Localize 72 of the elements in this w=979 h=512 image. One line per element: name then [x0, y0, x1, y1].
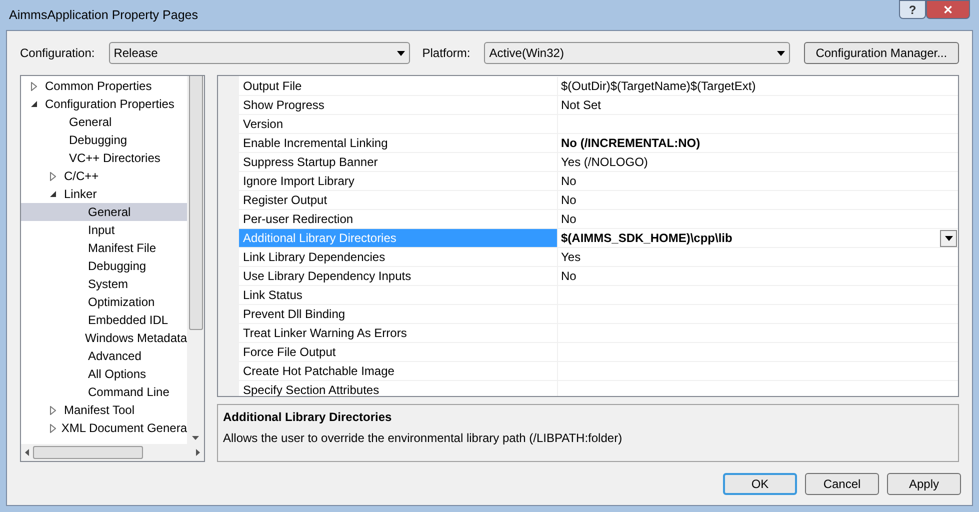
- scroll-left-arrow-icon[interactable]: [25, 449, 29, 456]
- property-value[interactable]: No: [561, 191, 576, 209]
- property-name[interactable]: Show Progress: [239, 96, 558, 115]
- configuration-dropdown[interactable]: Release: [108, 42, 410, 64]
- property-name[interactable]: Create Hot Patchable Image: [239, 362, 558, 381]
- dialog-button[interactable]: Cancel: [805, 473, 879, 495]
- description-title: Additional Library Directories: [223, 409, 393, 426]
- description-text: Allows the user to override the environmental library path (/LIBPATH:folder): [223, 430, 624, 447]
- property-name[interactable]: Use Library Dependency Inputs: [239, 267, 558, 286]
- tree-item[interactable]: All Options: [21, 365, 187, 383]
- expanded-triangle-icon[interactable]: [31, 101, 37, 107]
- platform-dropdown[interactable]: Active(Win32): [484, 42, 790, 64]
- dropdown-arrow-icon: [397, 50, 406, 56]
- property-name[interactable]: Suppress Startup Banner: [239, 153, 558, 172]
- property-name[interactable]: Treat Linker Warning As Errors: [239, 324, 558, 343]
- scrollbar-thumb[interactable]: [33, 446, 143, 459]
- tree-item[interactable]: System: [21, 275, 187, 293]
- horizontal-scrollbar[interactable]: [21, 444, 204, 461]
- scroll-right-arrow-icon[interactable]: [196, 449, 200, 456]
- tree-item[interactable]: Optimization: [21, 293, 187, 311]
- tree-item[interactable]: Manifest File: [21, 239, 187, 257]
- collapsed-triangle-icon[interactable]: [31, 82, 37, 90]
- property-name[interactable]: Output File: [239, 77, 558, 96]
- property-name[interactable]: Ignore Import Library: [239, 172, 558, 191]
- property-name[interactable]: Version: [239, 115, 558, 134]
- tree-item[interactable]: Embedded IDL: [21, 311, 187, 329]
- tree-item[interactable]: General: [21, 113, 187, 131]
- dialog-button[interactable]: Apply: [887, 473, 961, 495]
- tree-item[interactable]: Windows Metadata: [21, 329, 187, 347]
- tree-item[interactable]: Debugging: [21, 257, 187, 275]
- tree-item[interactable]: VC++ Directories: [21, 149, 187, 167]
- tree-item[interactable]: Command Line: [21, 383, 187, 401]
- property-value[interactable]: No: [561, 267, 576, 285]
- property-name[interactable]: Prevent Dll Binding: [239, 305, 558, 324]
- tree-item[interactable]: C/C++: [21, 167, 187, 185]
- property-value[interactable]: Not Set: [561, 96, 602, 114]
- property-value[interactable]: Yes (/NOLOGO): [561, 153, 648, 171]
- tree-item[interactable]: Linker: [21, 185, 187, 203]
- dropdown-arrow-icon: [944, 236, 952, 240]
- property-value[interactable]: No: [561, 210, 576, 228]
- property-name[interactable]: Register Output: [239, 191, 558, 210]
- property-value[interactable]: No (/INCREMENTAL:NO): [561, 134, 700, 152]
- configuration-manager-button[interactable]: Configuration Manager...: [804, 42, 960, 64]
- property-name[interactable]: Link Status: [239, 286, 558, 305]
- window-title: AimmsApplication Property Pages: [9, 6, 199, 24]
- dropdown-button[interactable]: [940, 230, 957, 246]
- property-value[interactable]: Yes: [561, 248, 581, 266]
- collapsed-triangle-icon[interactable]: [50, 172, 56, 180]
- dropdown-arrow-icon: [776, 50, 785, 56]
- platform-label: Platform:: [422, 45, 470, 62]
- close-button[interactable]: ✕: [926, 0, 970, 19]
- tree-item[interactable]: General: [21, 203, 187, 221]
- tree-item[interactable]: XML Document Genera: [21, 419, 187, 437]
- scrollbar-thumb[interactable]: [188, 76, 202, 330]
- expanded-triangle-icon[interactable]: [50, 191, 56, 197]
- tree-item[interactable]: Common Properties: [21, 77, 187, 95]
- property-value[interactable]: $(AIMMS_SDK_HOME)\cpp\lib: [561, 229, 732, 247]
- tree-item[interactable]: Configuration Properties: [21, 95, 187, 113]
- help-button[interactable]: ?: [899, 0, 926, 19]
- dialog-button[interactable]: OK: [723, 473, 797, 495]
- property-name[interactable]: Enable Incremental Linking: [239, 134, 558, 153]
- tree-item[interactable]: Input: [21, 221, 187, 239]
- tree-item[interactable]: Manifest Tool: [21, 401, 187, 419]
- property-name[interactable]: Force File Output: [239, 343, 558, 362]
- vertical-scrollbar[interactable]: [187, 76, 204, 444]
- tree-item[interactable]: Advanced: [21, 347, 187, 365]
- property-value[interactable]: $(OutDir)$(TargetName)$(TargetExt): [561, 77, 756, 95]
- tree-item[interactable]: Debugging: [21, 131, 187, 149]
- property-name[interactable]: Link Library Dependencies: [239, 248, 558, 267]
- property-value[interactable]: No: [561, 172, 576, 190]
- configuration-label: Configuration:: [20, 45, 95, 62]
- scroll-down-arrow-icon[interactable]: [192, 436, 199, 440]
